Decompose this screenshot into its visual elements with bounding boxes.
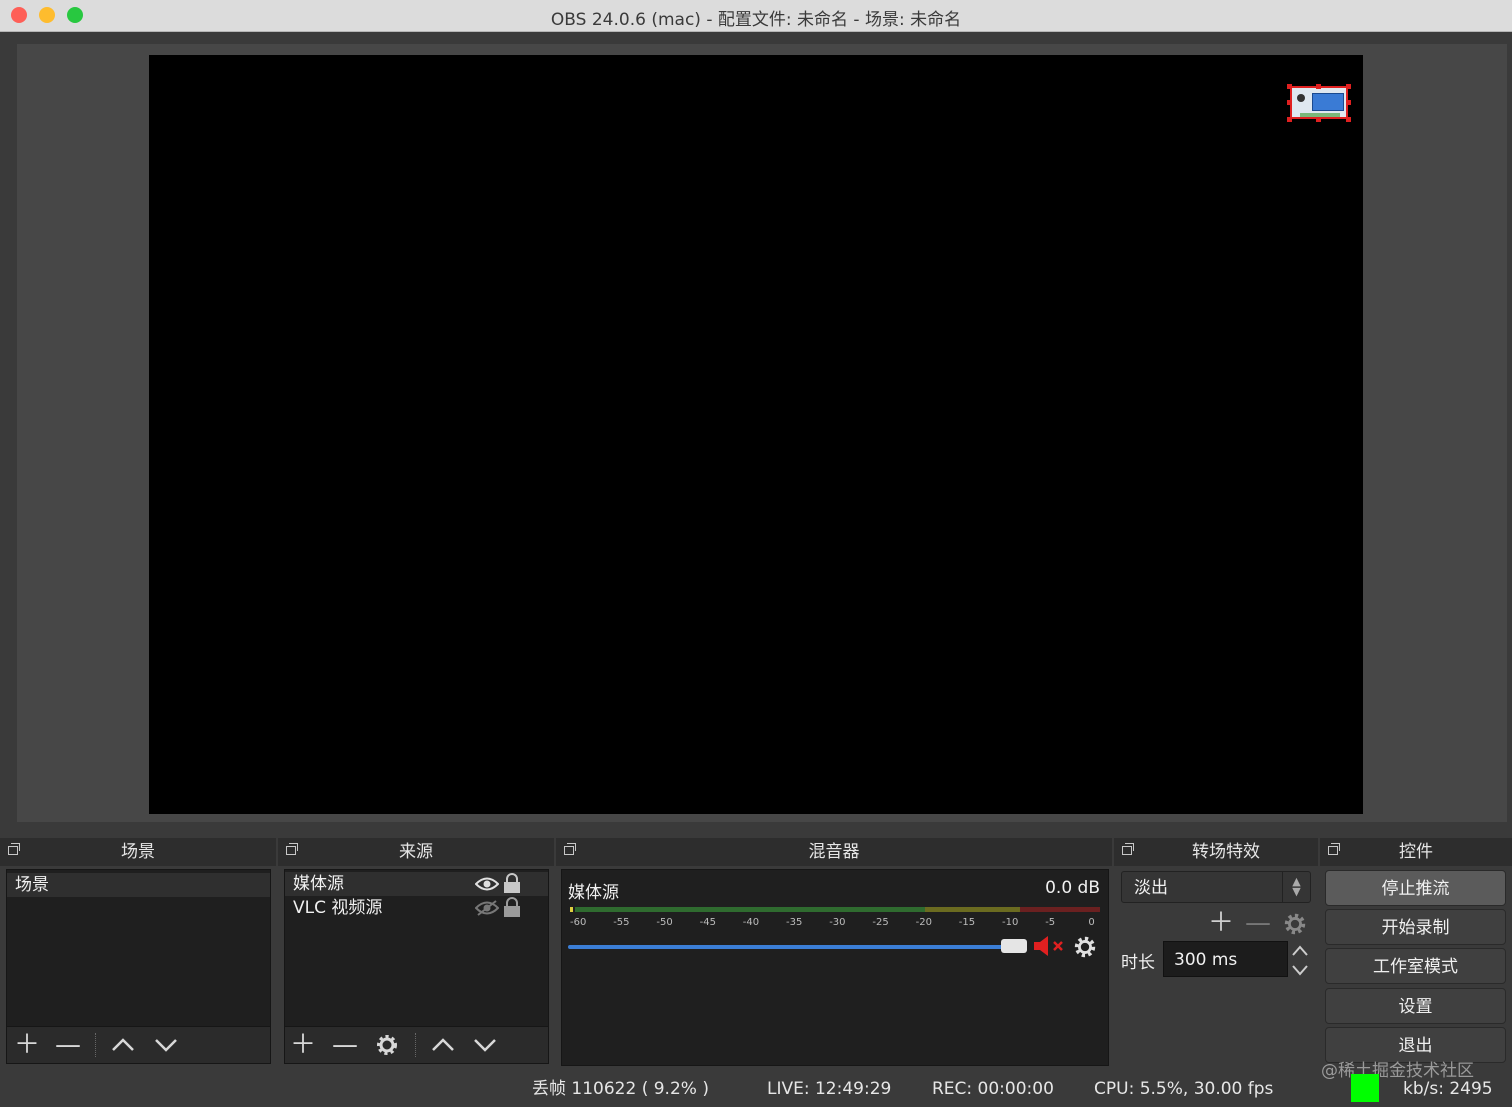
remove-source-button[interactable]: — (331, 1031, 359, 1059)
eye-hidden-icon[interactable] (475, 900, 499, 916)
bitrate-status: kb/s: 2495 (1403, 1079, 1493, 1099)
toolbar-separator (415, 1033, 417, 1057)
meter-tick-label: -60 (570, 917, 587, 928)
undock-icon[interactable] (1122, 843, 1134, 855)
meter-tick-label: -5 (1045, 917, 1056, 928)
scenes-dock-header: 场景 (0, 838, 276, 866)
resize-handle[interactable] (1287, 84, 1292, 89)
chevron-down-icon (474, 1039, 496, 1052)
volume-slider-handle[interactable] (1001, 939, 1027, 953)
duration-label: 时长 (1121, 953, 1155, 973)
scenes-list[interactable]: 场景 (6, 869, 271, 1028)
source-properties-button[interactable] (373, 1031, 401, 1059)
start-recording-button[interactable]: 开始录制 (1325, 909, 1506, 945)
cpu-status: CPU: 5.5%, 30.00 fps (1094, 1079, 1274, 1099)
duration-input[interactable]: 300 ms (1163, 941, 1288, 977)
resize-handle[interactable] (1346, 117, 1351, 122)
mute-speaker-icon[interactable] (1032, 935, 1068, 957)
lock-icon[interactable] (503, 873, 521, 894)
dropped-frames-status: 丢帧 110622 ( 9.2% ) (532, 1079, 709, 1099)
transitions-dock-header: 转场特效 (1114, 838, 1318, 866)
window-title: OBS 24.0.6 (mac) - 配置文件: 未命名 - 场景: 未命名 (550, 10, 962, 30)
meter-tick-label: -25 (872, 917, 889, 928)
meter-tick-label: -50 (656, 917, 673, 928)
live-time-status: LIVE: 12:49:29 (767, 1079, 892, 1099)
meter-tick-label: -30 (829, 917, 846, 928)
meter-tick-label: -55 (613, 917, 630, 928)
transition-select[interactable]: 淡出 ▲ ▼ (1121, 871, 1311, 903)
studio-mode-button[interactable]: 工作室模式 (1325, 948, 1506, 984)
move-scene-down-button[interactable] (152, 1031, 180, 1059)
sources-dock-header: 来源 (278, 838, 554, 866)
meter-tick-label: -40 (742, 917, 760, 928)
controls-dock-header: 控件 (1320, 838, 1512, 866)
resize-handle[interactable] (1346, 100, 1351, 105)
resize-handle[interactable] (1316, 117, 1321, 122)
selected-source-thumbnail[interactable] (1290, 86, 1348, 119)
chevron-down-icon (155, 1039, 177, 1052)
select-arrows-icon: ▲ ▼ (1282, 872, 1310, 902)
mixer-dock-header: 混音器 (556, 838, 1112, 866)
mixer-level-readout: 0.0 dB (1045, 878, 1100, 898)
transitions-dock-title: 转场特效 (1192, 842, 1260, 862)
resize-handle[interactable] (1346, 84, 1351, 89)
move-source-up-button[interactable] (429, 1031, 457, 1059)
meter-tick-label: -45 (699, 917, 716, 928)
controls-dock-title: 控件 (1399, 842, 1433, 862)
move-scene-up-button[interactable] (109, 1031, 137, 1059)
source-item-label: VLC 视频源 (293, 898, 383, 918)
stream-health-indicator (1351, 1074, 1379, 1102)
mixer-dock-title: 混音器 (808, 842, 860, 862)
source-item-label: 媒体源 (293, 874, 344, 894)
rec-time-status: REC: 00:00:00 (932, 1079, 1054, 1099)
meter-tick-label: -20 (915, 917, 932, 928)
chevron-up-icon (1292, 945, 1308, 956)
window-titlebar: OBS 24.0.6 (mac) - 配置文件: 未命名 - 场景: 未命名 (0, 0, 1512, 32)
person-icon (1297, 94, 1305, 102)
toolbar-separator (95, 1033, 97, 1057)
meter-tick-label: -10 (1002, 917, 1019, 928)
sources-dock-title: 来源 (399, 842, 433, 862)
lock-icon[interactable] (503, 897, 521, 918)
gear-icon[interactable] (1072, 934, 1098, 960)
resize-handle[interactable] (1287, 100, 1292, 105)
meter-tick-label: 0 (1088, 917, 1095, 928)
scenes-toolbar: ＋ — (6, 1026, 271, 1064)
mixer-panel: 媒体源 0.0 dB -60 -55 -50 -45 -40 -35 -30 -25 -20 -1… (561, 869, 1109, 1066)
gear-icon (377, 1035, 397, 1055)
meter-scale: -60 -55 -50 -45 -40 -35 -30 -25 -20 -15 -10 -5 0 (562, 917, 1108, 931)
mixer-channel-name: 媒体源 (568, 883, 619, 903)
meter-tick-label: -35 (786, 917, 803, 928)
scenes-dock-title: 场景 (121, 842, 155, 862)
meter-tick-label: -15 (958, 917, 976, 928)
resize-handle[interactable] (1316, 84, 1321, 89)
sources-list[interactable]: 媒体源 VLC 视频源 (284, 869, 549, 1028)
volume-slider[interactable] (568, 945, 1006, 949)
add-scene-button[interactable]: ＋ (13, 1031, 41, 1059)
volume-meter (570, 907, 1100, 912)
chevron-up-icon (432, 1038, 454, 1051)
add-transition-button[interactable]: ＋ (1207, 909, 1235, 937)
add-source-button[interactable]: ＋ (289, 1031, 317, 1059)
resize-handle[interactable] (1287, 117, 1292, 122)
duration-stepper[interactable] (1290, 943, 1310, 977)
scene-item[interactable]: 场景 (7, 873, 270, 897)
chevron-up-icon (112, 1038, 134, 1051)
sources-toolbar: ＋ — (284, 1026, 549, 1064)
transition-select-value: 淡出 (1134, 878, 1168, 898)
gear-icon[interactable] (1282, 911, 1308, 937)
screen-graphic (1312, 93, 1344, 111)
chevron-down-icon (1292, 965, 1308, 976)
eye-icon[interactable] (475, 876, 499, 892)
remove-scene-button[interactable]: — (54, 1031, 82, 1059)
stop-streaming-button[interactable]: 停止推流 (1325, 870, 1506, 906)
settings-button[interactable]: 设置 (1325, 988, 1506, 1024)
preview-canvas[interactable] (149, 55, 1363, 814)
remove-transition-button[interactable]: — (1244, 909, 1272, 937)
move-source-down-button[interactable] (471, 1031, 499, 1059)
